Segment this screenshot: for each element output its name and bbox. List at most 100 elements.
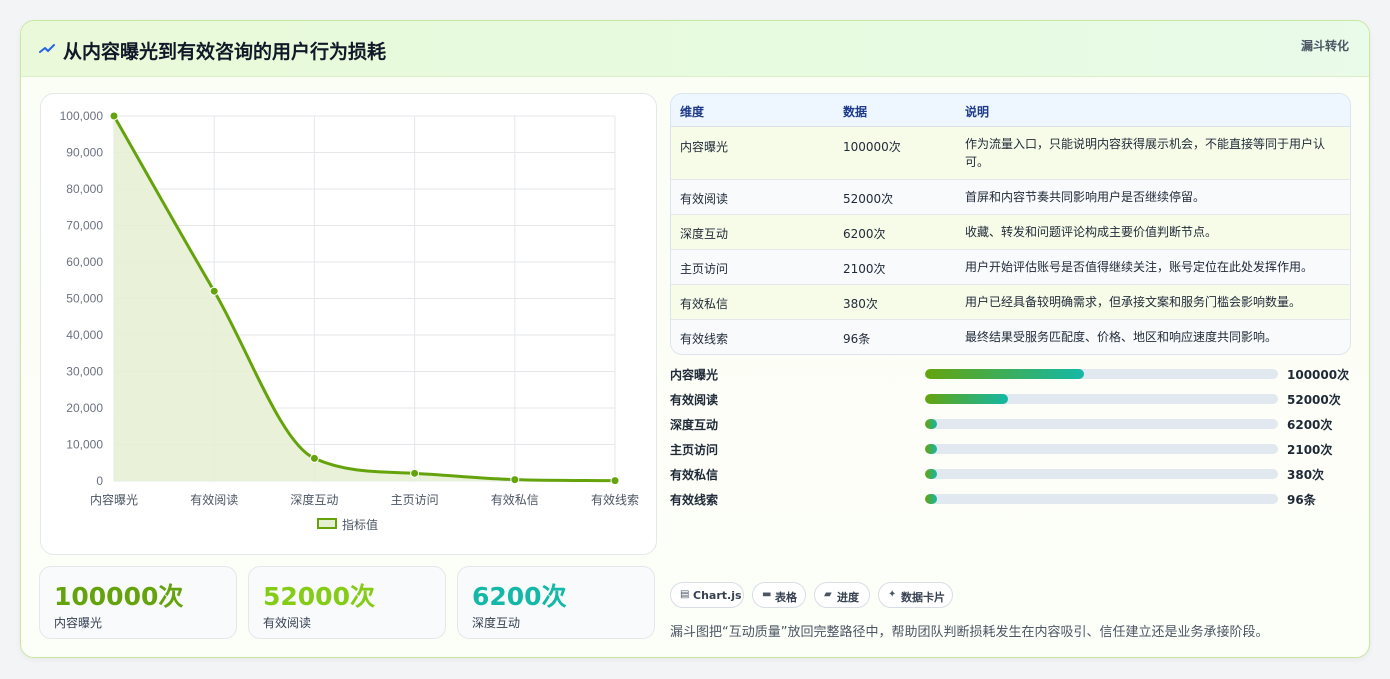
header-cell-data: 数据 xyxy=(843,105,868,119)
data-point xyxy=(510,475,520,485)
progress-track xyxy=(925,369,1278,379)
kpi-card: 52000次 有效阅读 xyxy=(248,566,446,639)
table-row: 有效阅读 52000次 首屏和内容节奏共同影响用户是否继续停留。 xyxy=(671,180,1350,215)
x-tick-label: 深度互动 xyxy=(290,492,338,507)
cell-data: 100000次 xyxy=(843,140,901,154)
progress-track xyxy=(925,469,1278,479)
header-cell-dimension: 维度 xyxy=(680,105,705,119)
kpi-card: 100000次 内容曝光 xyxy=(39,566,237,639)
table-icon: ▬ xyxy=(762,589,772,600)
progress-value: 6200次 xyxy=(1287,418,1333,432)
kpi-value: 6200次 xyxy=(472,582,567,611)
chart-canvas: 0 10,000 20,000 30,000 40,000 50,000 60,000 70,… xyxy=(60,109,639,507)
progress-label: 内容曝光 xyxy=(670,368,719,382)
progress-label: 有效线索 xyxy=(670,493,719,507)
table-row: 深度互动 6200次 收藏、转发和问题评论构成主要价值判断节点。 xyxy=(671,215,1350,250)
funnel-card: 从内容曝光到有效咨询的用户行为损耗 漏斗转化 0 10,000 20,000 30,0… xyxy=(20,20,1370,658)
progress-value: 380次 xyxy=(1287,468,1325,482)
kpi-label: 深度互动 xyxy=(472,616,521,630)
cell-description: 首屏和内容节奏共同影响用户是否继续停留。 xyxy=(965,190,1206,204)
progress-row: 深度互动 6200次 xyxy=(670,413,1360,433)
cell-dimension: 内容曝光 xyxy=(680,140,729,154)
data-table: 维度 数据 说明 内容曝光 100000次 作为流量入口，只能说明内容获得展示机… xyxy=(670,93,1351,355)
chip-progress[interactable]: ▰ 进度 xyxy=(814,582,870,608)
progress-track xyxy=(925,444,1278,454)
y-tick-label: 0 xyxy=(96,474,103,488)
progress-label: 有效私信 xyxy=(670,468,719,482)
progress-fill xyxy=(925,394,1008,404)
progress-icon: ▰ xyxy=(824,589,832,600)
progress-label: 主页访问 xyxy=(670,443,719,457)
progress-value: 100000次 xyxy=(1287,368,1350,382)
progress-row: 有效阅读 52000次 xyxy=(670,388,1360,408)
y-tick-label: 50,000 xyxy=(66,292,103,306)
y-tick-label: 10,000 xyxy=(66,438,103,452)
kpi-value: 52000次 xyxy=(263,582,375,611)
table-row: 有效线索 96条 最终结果受服务匹配度、价格、地区和响应速度共同影响。 xyxy=(671,320,1350,354)
progress-value: 96条 xyxy=(1287,493,1316,507)
x-tick-label: 有效线索 xyxy=(591,492,639,507)
y-tick-label: 40,000 xyxy=(66,328,103,342)
chip-label: 进度 xyxy=(837,591,859,604)
cell-dimension: 有效阅读 xyxy=(680,192,729,206)
page-title: 从内容曝光到有效咨询的用户行为损耗 xyxy=(63,41,387,63)
data-point xyxy=(209,286,219,296)
progress-value: 52000次 xyxy=(1287,393,1341,407)
cell-dimension: 主页访问 xyxy=(680,262,729,276)
footer-note: 漏斗图把“互动质量”放回完整路径中，帮助团队判断损耗发生在内容吸引、信任建立还是… xyxy=(670,625,1269,640)
legend-swatch xyxy=(317,518,337,529)
line-chart: 0 10,000 20,000 30,000 40,000 50,000 60,000 70,… xyxy=(40,93,657,555)
progress-row: 有效线索 96条 xyxy=(670,488,1360,508)
cell-data: 6200次 xyxy=(843,227,886,241)
chart-icon: ▤ xyxy=(680,589,690,600)
cell-description: 用户开始评估账号是否值得继续关注，账号定位在此处发挥作用。 xyxy=(965,260,1314,274)
x-tick-label: 内容曝光 xyxy=(90,492,138,507)
cell-description: 作为流量入口，只能说明内容获得展示机会，不能直接等同于用户认可。 xyxy=(965,137,1326,169)
progress-list: 内容曝光 100000次 有效阅读 52000次 深度互动 6200次 主页访问… xyxy=(670,363,1360,513)
y-tick-label: 20,000 xyxy=(66,401,103,415)
cell-data: 2100次 xyxy=(843,262,886,276)
cell-description: 用户已经具备较明确需求，但承接文案和服务门槛会影响数量。 xyxy=(965,295,1302,309)
trend-icon xyxy=(39,44,55,53)
y-tick-label: 60,000 xyxy=(66,255,103,269)
cell-data: 96条 xyxy=(843,332,871,346)
cell-data: 52000次 xyxy=(843,192,894,206)
y-tick-label: 90,000 xyxy=(66,146,103,160)
table-row: 主页访问 2100次 用户开始评估账号是否值得继续关注，账号定位在此处发挥作用。 xyxy=(671,250,1350,285)
chip-label: Chart.js xyxy=(693,589,742,602)
chip-chartjs[interactable]: ▤ Chart.js xyxy=(670,582,744,608)
progress-fill xyxy=(925,469,937,479)
kpi-label: 内容曝光 xyxy=(54,616,103,630)
category-tag: 漏斗转化 xyxy=(1300,39,1349,53)
data-point xyxy=(610,476,620,486)
progress-row: 内容曝光 100000次 xyxy=(670,363,1360,383)
kpi-card: 6200次 深度互动 xyxy=(457,566,655,639)
progress-fill xyxy=(925,419,937,429)
sparkle-icon: ✦ xyxy=(888,589,897,600)
cell-dimension: 有效私信 xyxy=(680,297,729,311)
progress-row: 主页访问 2100次 xyxy=(670,438,1360,458)
cell-dimension: 深度互动 xyxy=(680,227,729,241)
progress-label: 有效阅读 xyxy=(670,393,719,407)
legend-label: 指标值 xyxy=(342,518,379,532)
table-row: 有效私信 380次 用户已经具备较明确需求，但承接文案和服务门槛会影响数量。 xyxy=(671,285,1350,320)
x-tick-label: 有效私信 xyxy=(491,492,539,507)
chip-data-card[interactable]: ✦ 数据卡片 xyxy=(878,582,953,608)
y-tick-label: 70,000 xyxy=(66,219,103,233)
table-row: 内容曝光 100000次 作为流量入口，只能说明内容获得展示机会，不能直接等同于… xyxy=(671,127,1350,180)
kpi-label: 有效阅读 xyxy=(263,616,312,630)
x-tick-label: 主页访问 xyxy=(391,493,439,507)
progress-fill xyxy=(925,444,937,454)
data-point xyxy=(109,111,119,121)
chip-table[interactable]: ▬ 表格 xyxy=(752,582,806,608)
kpi-value: 100000次 xyxy=(54,582,184,611)
header-cell-description: 说明 xyxy=(965,105,990,119)
chip-label: 表格 xyxy=(775,591,797,604)
y-tick-label: 30,000 xyxy=(66,365,103,379)
cell-dimension: 有效线索 xyxy=(680,332,729,346)
card-header: 从内容曝光到有效咨询的用户行为损耗 漏斗转化 xyxy=(21,21,1369,77)
data-point xyxy=(309,453,319,463)
progress-fill xyxy=(925,494,937,504)
progress-track xyxy=(925,394,1278,404)
progress-value: 2100次 xyxy=(1287,443,1333,457)
